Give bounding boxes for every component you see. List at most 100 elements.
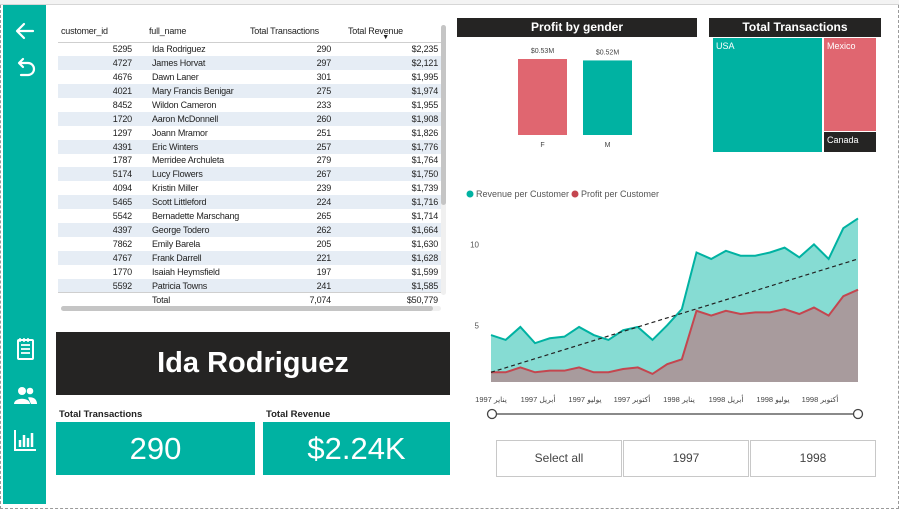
legend-label: Revenue per Customer xyxy=(476,189,569,199)
cell-full-name: Aaron McDonnell xyxy=(146,111,247,126)
slicer-1997-button[interactable]: 1997 xyxy=(623,440,749,477)
cell-full-name: Isaiah Heymsfield xyxy=(152,266,220,277)
back-arrow-icon[interactable] xyxy=(11,17,39,45)
cell-total-revenue: $1,776 xyxy=(345,139,441,154)
table-row[interactable]: 4391 Eric Winters 257 $1,776 xyxy=(58,139,441,154)
people-icon[interactable] xyxy=(11,381,39,409)
cell-full-name: Wildon Cameron xyxy=(152,99,217,110)
treemap-tile-mexico[interactable]: Mexico xyxy=(824,38,876,131)
column-header-total-revenue[interactable]: Total Revenue ▼ xyxy=(345,20,441,43)
table-row[interactable]: 5174 Lucy Flowers 267 $1,750 xyxy=(58,167,441,182)
table-row[interactable]: 1787 Merridee Archuleta 279 $1,764 xyxy=(58,154,441,168)
x-tick-label: يناير 1998 xyxy=(663,395,695,404)
cell-total-transactions: 290 xyxy=(316,44,332,55)
y-tick-label: 10 xyxy=(470,240,479,249)
cell-full-name: Dawn Laner xyxy=(152,71,199,82)
top-filter-strip xyxy=(0,0,899,5)
table-row[interactable]: 4021 Mary Francis Benigar 275 $1,974 xyxy=(58,83,441,98)
sort-descending-icon: ▼ xyxy=(382,33,389,41)
cell-full-name: Lucy Flowers xyxy=(146,167,247,182)
column-header-customer-id[interactable]: customer_id xyxy=(58,20,146,43)
cell-customer-id: 5592 xyxy=(58,278,146,293)
cell-total-revenue: $1,764 xyxy=(411,155,439,166)
total-row-spacer xyxy=(58,292,146,307)
treemap-tile-usa[interactable]: USA xyxy=(713,38,822,152)
cell-total-revenue: $1,908 xyxy=(345,111,441,126)
date-range-end-handle[interactable] xyxy=(852,408,864,420)
column-header-total-revenue-label: Total Revenue xyxy=(348,25,403,36)
cell-total-revenue: $2,235 xyxy=(411,44,439,55)
table-vertical-scrollbar[interactable] xyxy=(441,25,446,295)
cell-total-transactions: 279 xyxy=(316,155,332,166)
column-header-total-transactions[interactable]: Total Transactions xyxy=(247,20,345,43)
cell-total-revenue: $1,714 xyxy=(411,211,439,222)
profit-by-gender-chart[interactable]: $0.53M F $0.52M M xyxy=(457,38,697,158)
table-horizontal-scrollbar[interactable] xyxy=(61,306,441,311)
cell-total-revenue: $1,750 xyxy=(345,167,441,182)
date-range-start-handle[interactable] xyxy=(486,408,498,420)
x-tick-label: أكتوبر 1997 xyxy=(614,394,651,404)
x-tick-label: يوليو 1998 xyxy=(756,395,789,404)
cell-total-transactions: 251 xyxy=(316,127,332,138)
cell-customer-id: 7862 xyxy=(112,239,132,250)
slicer-select-all-button[interactable]: Select all xyxy=(496,440,622,477)
slicer-1998-button[interactable]: 1998 xyxy=(750,440,876,477)
cell-full-name: Eric Winters xyxy=(146,139,247,154)
cell-total-transactions: 233 xyxy=(316,99,332,110)
customer-table[interactable]: customer_id full_name Total Transactions… xyxy=(58,20,446,310)
cell-customer-id: 4676 xyxy=(112,71,132,82)
cell-full-name: Emily Barela xyxy=(152,239,201,250)
table-row[interactable]: 4397 George Todero 262 $1,664 xyxy=(58,223,441,238)
legend-marker xyxy=(466,190,474,198)
cell-total-transactions: 267 xyxy=(247,167,345,182)
table-row[interactable]: 4767 Frank Darrell 221 $1,628 xyxy=(58,251,441,265)
x-tick-label: M xyxy=(605,142,611,149)
revenue-profit-area-chart[interactable]: Revenue per Customer Profit per Customer 5… xyxy=(462,182,882,422)
cell-full-name: Patricia Towns xyxy=(146,278,247,293)
table-row[interactable]: 4094 Kristin Miller 239 $1,739 xyxy=(58,181,441,195)
table-row[interactable]: 5465 Scott Littleford 224 $1,716 xyxy=(58,195,441,210)
cell-total-revenue: $1,628 xyxy=(345,251,441,265)
table-row[interactable]: 5295 Ida Rodriguez 290 $2,235 xyxy=(58,42,441,56)
cell-total-revenue: $1,664 xyxy=(345,223,441,238)
table-row[interactable]: 8452 Wildon Cameron 233 $1,955 xyxy=(58,98,441,112)
cell-total-revenue: $1,974 xyxy=(345,83,441,98)
cell-customer-id: 5174 xyxy=(58,167,146,182)
table-row[interactable]: 7862 Emily Barela 205 $1,630 xyxy=(58,237,441,251)
cell-total-transactions: 260 xyxy=(247,111,345,126)
table-row[interactable]: 1297 Joann Mramor 251 $1,826 xyxy=(58,126,441,140)
profit-by-gender-title: Profit by gender xyxy=(457,18,697,37)
cell-full-name: Scott Littleford xyxy=(146,195,247,210)
table-row[interactable]: 1770 Isaiah Heymsfield 197 $1,599 xyxy=(58,265,441,279)
table-total-row: Total 7,074 $50,779 xyxy=(58,292,441,307)
bar-data-label: $0.52M xyxy=(596,49,620,56)
x-tick-label: أكتوبر 1998 xyxy=(802,394,839,404)
cell-total-transactions: 275 xyxy=(247,83,345,98)
table-row[interactable]: 1720 Aaron McDonnell 260 $1,908 xyxy=(58,111,441,126)
table-row[interactable]: 4676 Dawn Laner 301 $1,995 xyxy=(58,70,441,84)
table-row[interactable]: 4727 James Horvat 297 $2,121 xyxy=(58,55,441,70)
cell-total-transactions: 301 xyxy=(316,71,332,82)
table-row[interactable]: 5592 Patricia Towns 241 $1,585 xyxy=(58,278,441,293)
total-transactions-label: Total Transactions xyxy=(59,409,143,420)
cell-total-revenue: $1,716 xyxy=(345,195,441,210)
cell-full-name: Frank Darrell xyxy=(146,251,247,265)
bar-m xyxy=(583,60,632,135)
total-revenue-label: Total Revenue xyxy=(266,409,331,420)
treemap-tile-canada[interactable]: Canada xyxy=(824,132,876,152)
cell-total-transactions: 221 xyxy=(247,251,345,265)
undo-icon[interactable] xyxy=(11,53,39,81)
cell-customer-id: 4391 xyxy=(58,139,146,154)
report-page-icon[interactable] xyxy=(11,335,39,363)
column-header-full-name[interactable]: full_name xyxy=(146,20,247,43)
table-horizontal-scroll-thumb[interactable] xyxy=(61,306,433,311)
bar-chart-icon[interactable] xyxy=(11,426,39,454)
total-transactions-value: 7,074 xyxy=(247,292,345,307)
cell-total-transactions: 297 xyxy=(247,55,345,70)
table-row[interactable]: 5542 Bernadette Marschang 265 $1,714 xyxy=(58,209,441,223)
cell-full-name: Kristin Miller xyxy=(152,183,199,194)
x-tick-label: يوليو 1997 xyxy=(568,395,601,404)
cell-total-transactions: 239 xyxy=(316,183,332,194)
cell-customer-id: 1770 xyxy=(112,266,132,277)
table-vertical-scroll-thumb[interactable] xyxy=(441,25,446,205)
